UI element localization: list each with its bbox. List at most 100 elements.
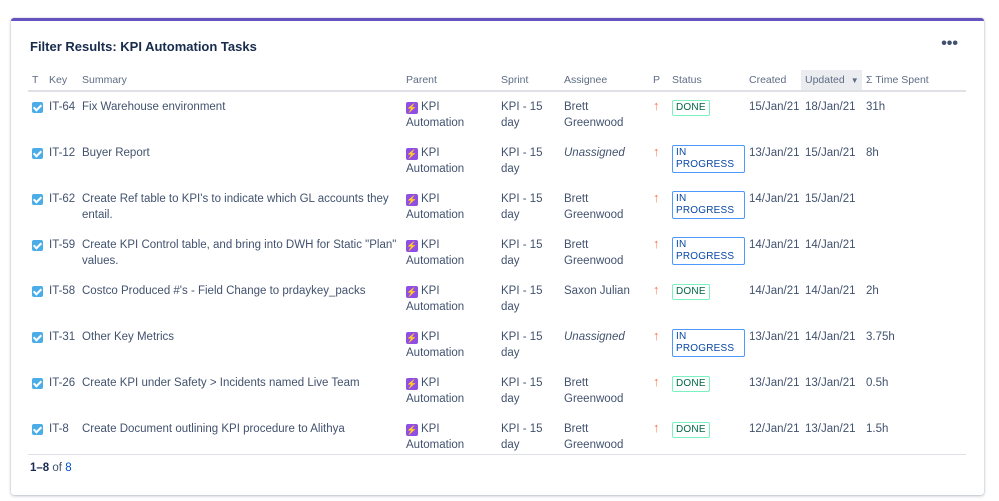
issue-key-link[interactable]: IT-12 bbox=[49, 147, 75, 159]
task-checkbox-icon bbox=[32, 332, 43, 343]
issue-key-link[interactable]: IT-31 bbox=[49, 331, 75, 343]
epic-lightning-icon: ⚡ bbox=[406, 378, 418, 390]
priority-high-arrow-icon: ↑ bbox=[653, 236, 660, 251]
issue-summary-link[interactable]: Create Document outlining KPI procedure … bbox=[82, 423, 345, 435]
type-cell bbox=[28, 368, 45, 414]
pagination-total-link[interactable]: 8 bbox=[65, 462, 71, 474]
created-cell: 14/Jan/21 bbox=[749, 285, 800, 297]
status-cell: IN PROGRESS bbox=[668, 322, 745, 368]
sprint-cell: KPI - 15 day bbox=[501, 147, 543, 175]
status-cell: IN PROGRESS bbox=[668, 230, 745, 276]
priority-cell: ↑ bbox=[649, 276, 668, 322]
priority-cell: ↑ bbox=[649, 230, 668, 276]
summary-cell: Buyer Report bbox=[78, 138, 402, 184]
table-row[interactable]: IT-64 Fix Warehouse environment ⚡ KPI Autom… bbox=[28, 91, 966, 138]
status-badge: DONE bbox=[672, 376, 710, 392]
column-header-status[interactable]: Status bbox=[668, 70, 745, 92]
issue-key-link[interactable]: IT-58 bbox=[49, 285, 75, 297]
issue-summary-link[interactable]: Costco Produced #'s - Field Change to pr… bbox=[82, 285, 365, 297]
status-cell: IN PROGRESS bbox=[668, 184, 745, 230]
column-header-updated[interactable]: Updated ▼ bbox=[801, 70, 862, 92]
assignee-cell: Brett Greenwood bbox=[564, 101, 624, 129]
created-cell: 14/Jan/21 bbox=[749, 193, 800, 205]
column-header-priority[interactable]: P bbox=[649, 70, 668, 92]
issue-key-link[interactable]: IT-59 bbox=[49, 239, 75, 251]
column-header-sprint[interactable]: Sprint bbox=[497, 70, 560, 92]
parent-cell: ⚡ KPI Automation bbox=[402, 322, 497, 368]
column-header-time-spent[interactable]: Σ Time Spent bbox=[862, 70, 966, 92]
priority-high-arrow-icon: ↑ bbox=[653, 420, 660, 435]
issue-summary-link[interactable]: Other Key Metrics bbox=[82, 331, 174, 343]
issue-summary-link[interactable]: Buyer Report bbox=[82, 147, 150, 159]
parent-cell: ⚡ KPI Automation bbox=[402, 368, 497, 414]
updated-cell: 15/Jan/21 bbox=[805, 193, 856, 205]
pagination-summary: 1–8 of 8 bbox=[30, 462, 72, 474]
updated-cell: 18/Jan/21 bbox=[805, 101, 856, 113]
status-badge: IN PROGRESS bbox=[672, 329, 745, 357]
priority-high-arrow-icon: ↑ bbox=[653, 328, 660, 343]
filter-results-gadget: Filter Results: KPI Automation Tasks •••… bbox=[11, 18, 984, 495]
issue-summary-link[interactable]: Create Ref table to KPI's to indicate wh… bbox=[82, 193, 389, 221]
issue-summary-link[interactable]: Create KPI Control table, and bring into… bbox=[82, 239, 396, 267]
column-header-assignee[interactable]: Assignee bbox=[560, 70, 649, 92]
column-header-updated-label: Updated bbox=[805, 74, 845, 86]
table-row[interactable]: IT-58 Costco Produced #'s - Field Change … bbox=[28, 276, 966, 322]
pagination-range: 1–8 bbox=[30, 462, 50, 474]
key-cell: IT-64 bbox=[45, 91, 78, 138]
issue-key-link[interactable]: IT-26 bbox=[49, 377, 75, 389]
epic-lightning-icon: ⚡ bbox=[406, 194, 418, 206]
task-checkbox-icon bbox=[32, 424, 43, 435]
key-cell: IT-62 bbox=[45, 184, 78, 230]
key-cell: IT-59 bbox=[45, 230, 78, 276]
updated-cell: 15/Jan/21 bbox=[805, 147, 856, 159]
status-cell: DONE bbox=[668, 276, 745, 322]
summary-cell: Create KPI under Safety > Incidents name… bbox=[78, 368, 402, 414]
priority-high-arrow-icon: ↑ bbox=[653, 98, 660, 113]
pagination-of: of bbox=[52, 462, 62, 474]
table-row[interactable]: IT-62 Create Ref table to KPI's to indica… bbox=[28, 184, 966, 230]
column-header-created[interactable]: Created bbox=[745, 70, 801, 92]
issue-key-link[interactable]: IT-62 bbox=[49, 193, 75, 205]
priority-cell: ↑ bbox=[649, 138, 668, 184]
status-badge: IN PROGRESS bbox=[672, 145, 745, 173]
updated-cell: 13/Jan/21 bbox=[805, 377, 856, 389]
footer-divider bbox=[28, 454, 966, 455]
column-header-type[interactable]: T bbox=[28, 70, 45, 92]
task-checkbox-icon bbox=[32, 148, 43, 159]
sprint-cell: KPI - 15 day bbox=[501, 101, 543, 129]
priority-high-arrow-icon: ↑ bbox=[653, 282, 660, 297]
issue-key-link[interactable]: IT-64 bbox=[49, 101, 75, 113]
column-header-key[interactable]: Key bbox=[45, 70, 78, 92]
more-options-icon[interactable]: ••• bbox=[941, 36, 958, 52]
created-cell: 14/Jan/21 bbox=[749, 239, 800, 251]
created-cell: 13/Jan/21 bbox=[749, 147, 800, 159]
type-cell bbox=[28, 322, 45, 368]
table-row[interactable]: IT-31 Other Key Metrics ⚡ KPI Automation KPI… bbox=[28, 322, 966, 368]
status-cell: DONE bbox=[668, 368, 745, 414]
sprint-cell: KPI - 15 day bbox=[501, 285, 543, 313]
time-spent-cell: 2h bbox=[866, 285, 879, 297]
summary-cell: Costco Produced #'s - Field Change to pr… bbox=[78, 276, 402, 322]
column-header-summary[interactable]: Summary bbox=[78, 70, 402, 92]
summary-cell: Other Key Metrics bbox=[78, 322, 402, 368]
epic-lightning-icon: ⚡ bbox=[406, 148, 418, 160]
time-spent-cell: 0.5h bbox=[866, 377, 889, 389]
issue-summary-link[interactable]: Fix Warehouse environment bbox=[82, 101, 225, 113]
status-cell: DONE bbox=[668, 91, 745, 138]
type-cell bbox=[28, 91, 45, 138]
time-spent-cell bbox=[862, 230, 966, 276]
table-row[interactable]: IT-12 Buyer Report ⚡ KPI Automation KPI - 15… bbox=[28, 138, 966, 184]
created-cell: 13/Jan/21 bbox=[749, 377, 800, 389]
table-row[interactable]: IT-26 Create KPI under Safety > Incidents… bbox=[28, 368, 966, 414]
task-checkbox-icon bbox=[32, 194, 43, 205]
issue-key-link[interactable]: IT-8 bbox=[49, 423, 69, 435]
column-header-parent[interactable]: Parent bbox=[402, 70, 497, 92]
time-spent-cell: 3.75h bbox=[866, 331, 895, 343]
priority-cell: ↑ bbox=[649, 91, 668, 138]
key-cell: IT-26 bbox=[45, 368, 78, 414]
type-cell bbox=[28, 230, 45, 276]
updated-cell: 14/Jan/21 bbox=[805, 285, 856, 297]
table-row[interactable]: IT-59 Create KPI Control table, and bring… bbox=[28, 230, 966, 276]
parent-cell: ⚡ KPI Automation bbox=[402, 91, 497, 138]
issue-summary-link[interactable]: Create KPI under Safety > Incidents name… bbox=[82, 377, 360, 389]
